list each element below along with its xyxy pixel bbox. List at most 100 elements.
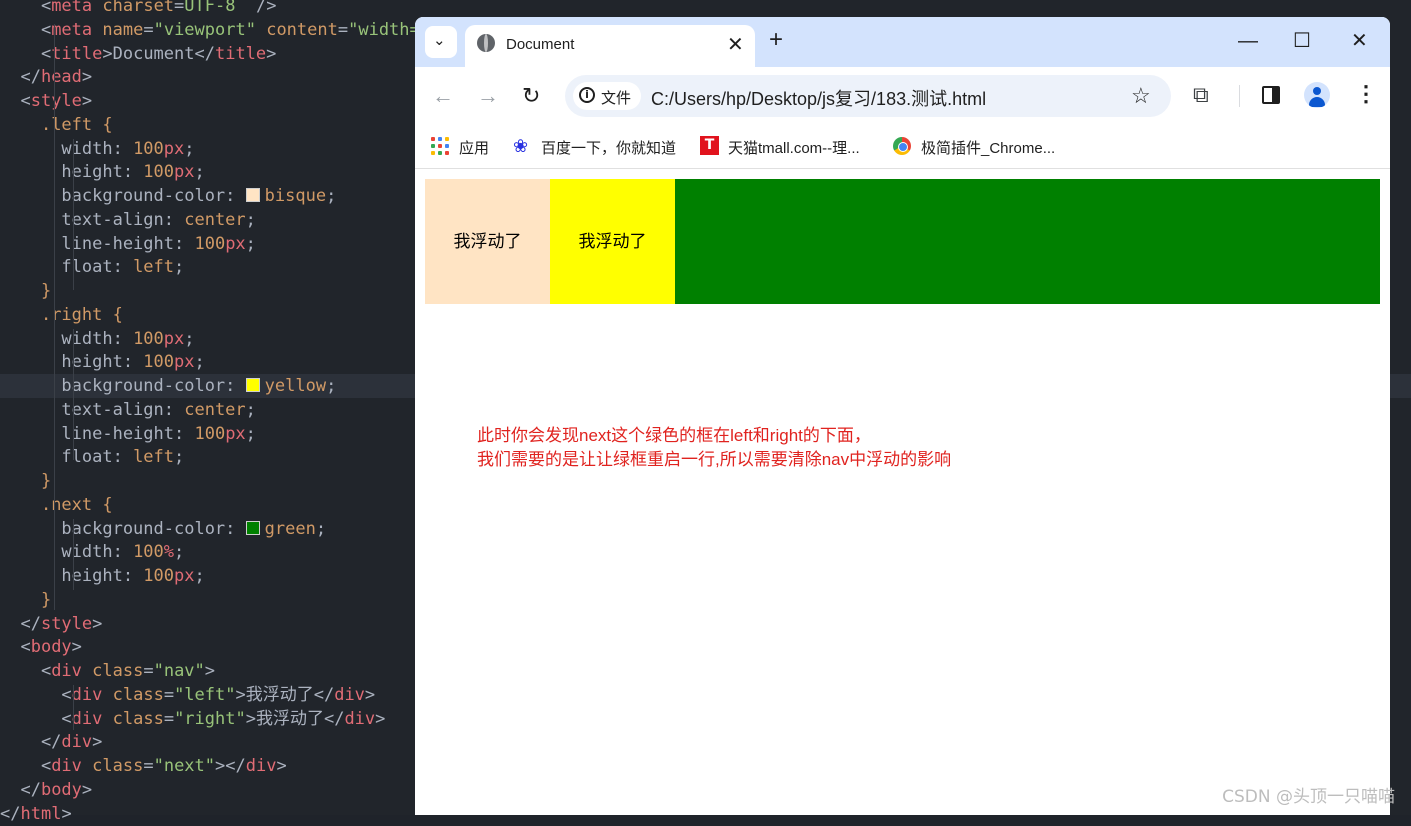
code-token: div (334, 684, 365, 705)
code-token: "viewport" (153, 19, 256, 40)
code-token: title (51, 43, 103, 64)
code-token: 100 (194, 423, 226, 444)
code-token: title (214, 43, 267, 64)
code-token: height: (0, 162, 144, 183)
code-token: ; (194, 352, 205, 373)
code-token: width: (0, 328, 134, 349)
code-token: height: (0, 352, 144, 373)
back-icon[interactable]: ← (432, 84, 454, 108)
code-token: } (40, 281, 52, 301)
menu-kebab-icon[interactable]: ⋮ (1355, 82, 1377, 106)
code-token: ; (315, 518, 327, 539)
code-token: < (0, 19, 52, 40)
code-token: UTF-8 (184, 0, 236, 16)
code-token: "right" (174, 708, 246, 729)
code-token: < (0, 91, 31, 111)
code-token: = (337, 19, 349, 40)
code-token: 100 (143, 162, 175, 183)
explanation-note: 此时你会发现next这个绿色的框在left和right的下面， 我们需要的是让让… (477, 424, 951, 472)
bookmark-star-icon[interactable]: ☆ (1131, 83, 1151, 109)
code-token: >我浮动了</ (235, 684, 335, 705)
forward-icon[interactable]: → (477, 84, 499, 108)
color-swatch (245, 520, 260, 535)
code-token: width: (0, 138, 134, 159)
code-token: ></ (215, 756, 246, 776)
maximize-icon[interactable]: ☐ (1293, 29, 1311, 53)
note-line-2: 我们需要的是让让绿框重启一行,所以需要清除nav中浮动的影响 (477, 450, 952, 469)
code-token: < (0, 637, 31, 658)
code-token: charset (102, 0, 175, 16)
code-token: div (71, 684, 103, 705)
minimize-icon[interactable]: — (1238, 29, 1258, 53)
code-token: .next { (40, 494, 113, 515)
color-swatch (245, 188, 260, 202)
site-info-chip[interactable]: i 文件 (573, 82, 641, 110)
code-token: div (51, 661, 82, 681)
code-token: float: (0, 257, 134, 278)
code-token: = (143, 19, 154, 40)
url-text[interactable]: C:/Users/hp/Desktop/js复习/183.测试.html (651, 85, 986, 111)
globe-icon (477, 34, 495, 52)
code-token: > (364, 684, 376, 705)
extensions-icon[interactable]: ⧉ (1193, 82, 1209, 108)
bookmark-chrome-plugins[interactable]: 极简插件_Chrome... (893, 135, 1068, 157)
code-token: % (163, 542, 175, 563)
code-token: 100 (194, 233, 226, 254)
code-token: ; (184, 328, 195, 349)
bookmark-baidu[interactable]: ❀ 百度一下，你就知道 (513, 135, 683, 157)
code-token: "width= (348, 19, 420, 40)
code-token: /> (235, 0, 277, 16)
close-window-icon[interactable]: ✕ (1351, 29, 1368, 53)
address-bar[interactable]: i 文件 C:/Users/hp/Desktop/js复习/183.测试.htm… (565, 75, 1171, 117)
code-token: ; (194, 566, 205, 586)
code-token: < (0, 43, 52, 64)
reload-icon[interactable]: ↻ (522, 84, 540, 108)
code-token: 100 (133, 138, 164, 159)
code-token: "left" (174, 684, 236, 705)
code-token: body (40, 779, 82, 800)
code-token: < (0, 661, 52, 681)
code-token: class (112, 684, 164, 705)
code-token: < (0, 756, 52, 776)
code-token: </ (0, 803, 21, 824)
tab-document[interactable]: Document ✕ (465, 25, 755, 67)
browser-toolbar: ← → ↻ i 文件 C:/Users/hp/Desktop/js复习/183.… (415, 67, 1390, 125)
tab-search-button[interactable]: ⌄ (425, 26, 457, 58)
code-token: ; (326, 186, 337, 206)
code-token: px (225, 233, 246, 254)
code-token: "next" (153, 756, 216, 776)
chevron-down-icon: ⌄ (433, 32, 446, 49)
code-token: div (71, 708, 103, 729)
code-token: = (143, 756, 154, 776)
code-line: <meta charset=UTF-8 /> (0, 0, 1411, 18)
bookmark-tmall[interactable]: T 天猫tmall.com--理... (700, 135, 875, 157)
code-token: width: (0, 542, 134, 563)
code-token: name (102, 19, 144, 40)
code-token: ; (326, 376, 337, 396)
bookmark-apps[interactable]: 应用 (431, 135, 511, 157)
code-token: center (184, 399, 246, 420)
code-token: px (174, 566, 195, 586)
code-token: ; (245, 399, 256, 420)
code-token: </ (0, 732, 62, 753)
indent-guide (73, 329, 74, 460)
code-token: > (375, 708, 386, 729)
profile-avatar-icon[interactable] (1304, 82, 1330, 108)
bookmark-label: 应用 (459, 140, 490, 157)
code-token: px (225, 423, 246, 444)
code-token: 100 (143, 352, 175, 373)
chrome-icon (893, 137, 911, 155)
close-tab-icon[interactable]: ✕ (727, 32, 744, 57)
side-panel-icon[interactable] (1262, 86, 1280, 104)
code-token: div (245, 756, 277, 776)
code-token: div (61, 732, 93, 753)
new-tab-button[interactable]: + (769, 28, 783, 52)
code-token: } (40, 471, 52, 491)
